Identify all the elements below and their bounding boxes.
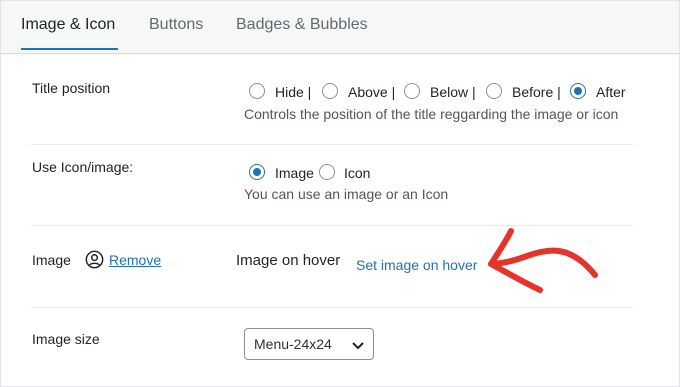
radio-use-image[interactable] [249, 164, 265, 180]
red-arrow-icon [488, 228, 598, 293]
radio-title-before-label: Before | [512, 84, 561, 100]
radio-title-hide-label: Hide | [275, 84, 312, 100]
tab-bar: Image & Icon Buttons Badges & Bubbles [1, 1, 679, 54]
set-image-on-hover-link[interactable]: Set image on hover [356, 257, 477, 273]
radio-title-before[interactable] [486, 83, 502, 99]
radio-use-icon-label: Icon [344, 165, 371, 181]
radio-title-below-label: Below | [430, 84, 476, 100]
image-size-select-value: Menu-24x24 [254, 336, 332, 352]
chevron-down-icon [351, 338, 365, 357]
radio-title-hide[interactable] [249, 83, 265, 99]
radio-title-after-label: After [596, 84, 626, 100]
active-tab-indicator [21, 48, 118, 50]
image-label: Image [32, 252, 71, 268]
title-position-description: Controls the position of the title regga… [244, 106, 619, 122]
radio-title-above[interactable] [322, 83, 338, 99]
settings-panel: Image & Icon Buttons Badges & Bubbles Ti… [0, 0, 680, 387]
tab-buttons[interactable]: Buttons [149, 16, 203, 34]
use-icon-image-label: Use Icon/image: [32, 159, 134, 175]
row-divider [31, 144, 633, 145]
radio-title-after[interactable] [570, 83, 586, 99]
image-size-label: Image size [32, 331, 100, 347]
row-divider [31, 307, 633, 308]
radio-title-below[interactable] [404, 83, 420, 99]
tab-badges-bubbles[interactable]: Badges & Bubbles [236, 16, 368, 34]
radio-title-above-label: Above | [348, 84, 396, 100]
use-icon-image-description: You can use an image or an Icon [244, 186, 449, 202]
tab-image-icon[interactable]: Image & Icon [21, 16, 115, 34]
user-circle-icon [85, 250, 104, 274]
title-position-label: Title position [32, 80, 111, 96]
radio-use-image-label: Image [275, 165, 314, 181]
image-on-hover-label: Image on hover [236, 252, 341, 269]
image-size-select[interactable]: Menu-24x24 [244, 328, 374, 360]
remove-image-link[interactable]: Remove [109, 252, 161, 268]
radio-use-icon[interactable] [319, 164, 335, 180]
